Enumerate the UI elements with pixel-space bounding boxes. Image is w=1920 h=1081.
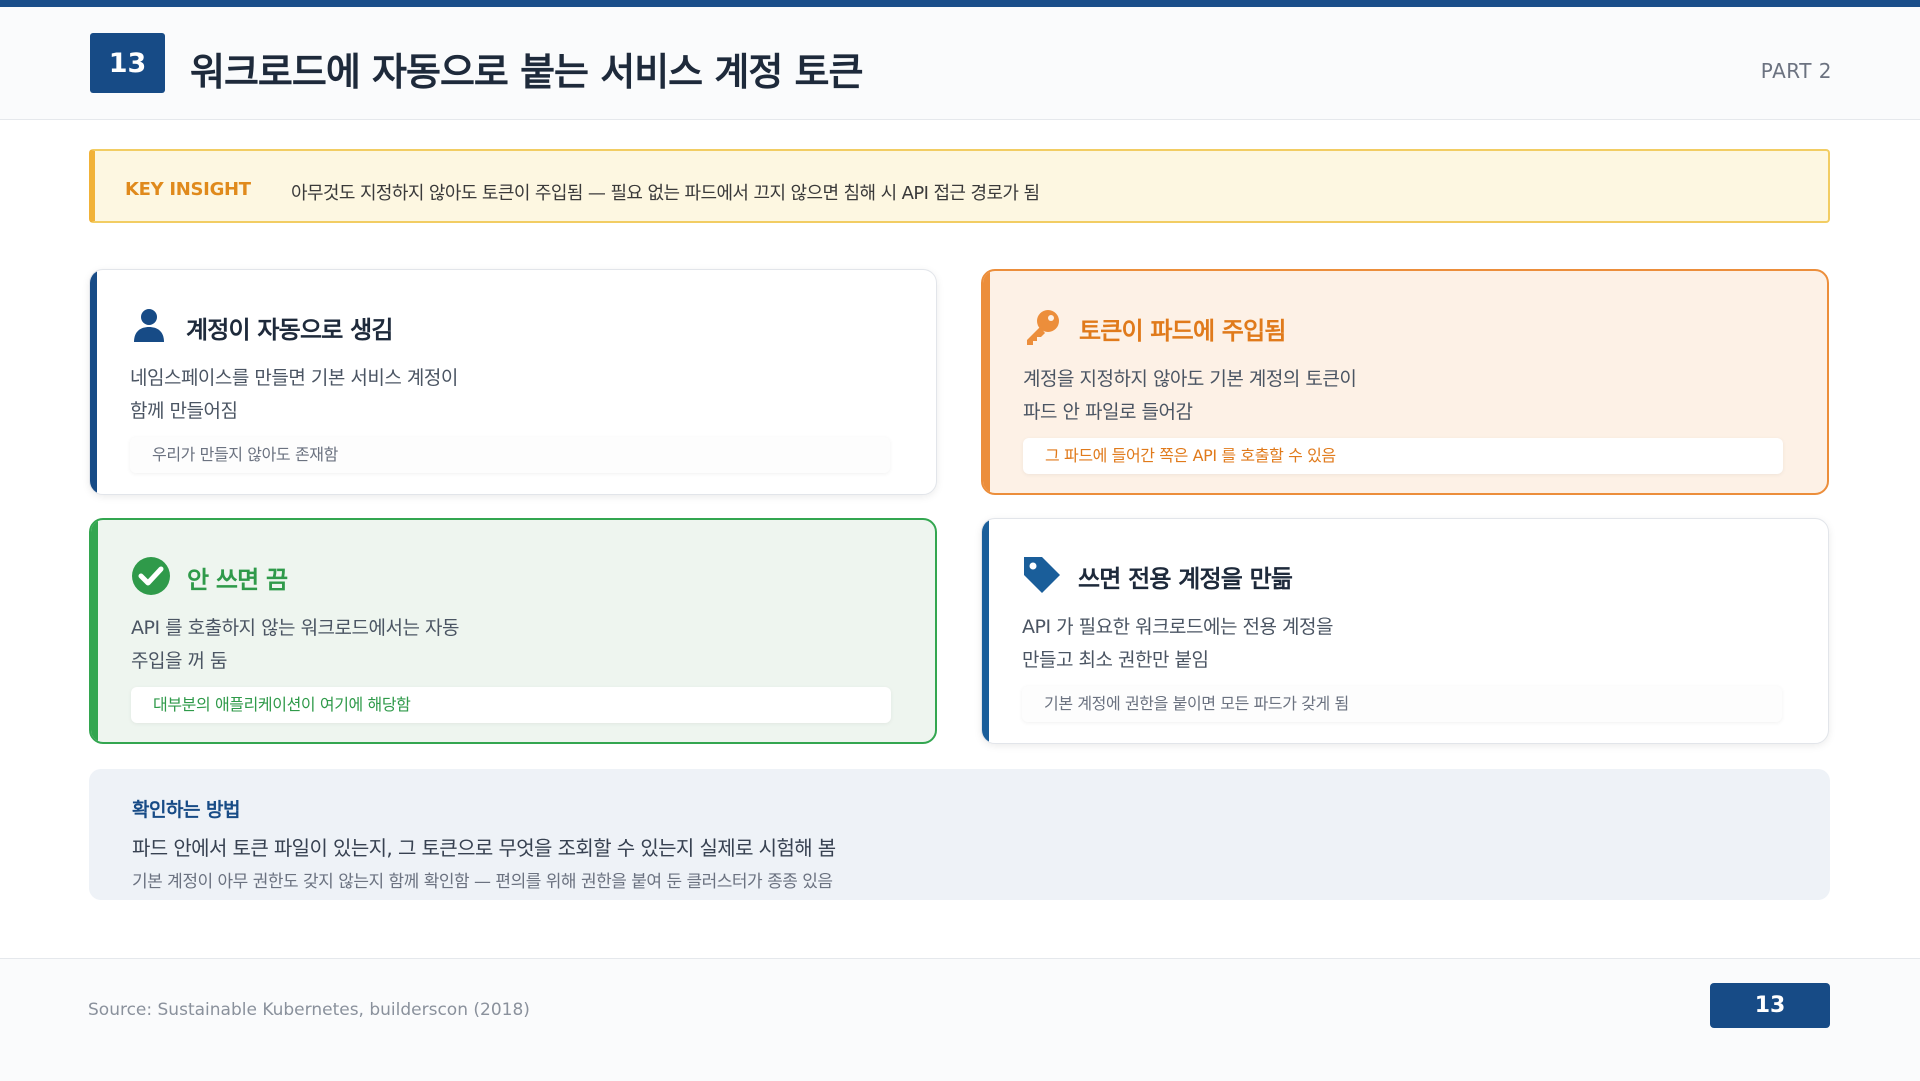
card-description: 네임스페이스를 만들면 기본 서비스 계정이 함께 만들어짐 xyxy=(130,362,690,428)
card-description-line: 계정을 지정하지 않아도 기본 계정의 토큰이 xyxy=(1023,368,1357,390)
check-circle-icon xyxy=(131,556,170,595)
card-description-line: 만들고 최소 권한만 붙임 xyxy=(1022,649,1209,671)
card-description-line: 네임스페이스를 만들면 기본 서비스 계정이 xyxy=(130,367,458,389)
verification-method-box: 확인하는 방법 파드 안에서 토큰 파일이 있는지, 그 토큰으로 무엇을 조회… xyxy=(89,769,1830,900)
card-accent-bar xyxy=(91,520,98,742)
card-title: 토큰이 파드에 주입됨 xyxy=(1079,317,1286,345)
key-icon xyxy=(1023,307,1061,345)
method-title: 확인하는 방법 xyxy=(132,799,241,821)
card-note: 그 파드에 들어간 쪽은 API 를 호출할 수 있음 xyxy=(1023,438,1783,474)
card-auto-account: 계정이 자동으로 생김 네임스페이스를 만들면 기본 서비스 계정이 함께 만들… xyxy=(89,269,937,495)
card-note: 기본 계정에 권한을 붙이면 모든 파드가 갖게 됨 xyxy=(1022,686,1782,722)
slide-footer: Source: Sustainable Kubernetes, builders… xyxy=(0,958,1920,1081)
slide-header: 13 워크로드에 자동으로 붙는 서비스 계정 토큰 PART 2 xyxy=(0,7,1920,120)
page-number-badge: 13 xyxy=(1710,983,1830,1028)
card-description: API 가 필요한 워크로드에는 전용 계정을 만들고 최소 권한만 붙임 xyxy=(1022,611,1582,677)
card-description-line: 주입을 꺼 둠 xyxy=(131,650,227,672)
card-dedicated-account: 쓰면 전용 계정을 만듦 API 가 필요한 워크로드에는 전용 계정을 만들고… xyxy=(981,518,1829,744)
card-note: 대부분의 애플리케이션이 여기에 해당함 xyxy=(131,687,891,723)
card-title: 쓰면 전용 계정을 만듦 xyxy=(1078,565,1293,593)
card-description-line: 함께 만들어짐 xyxy=(130,400,238,422)
card-accent-bar xyxy=(983,271,990,493)
user-icon xyxy=(130,306,168,344)
key-insight-label: KEY INSIGHT xyxy=(125,179,251,200)
key-insight-text: 아무것도 지정하지 않아도 토큰이 주입됨 — 필요 없는 파드에서 끄지 않으… xyxy=(291,183,1040,204)
method-text: 파드 안에서 토큰 파일이 있는지, 그 토큰으로 무엇을 조회할 수 있는지 … xyxy=(132,836,836,860)
card-accent-bar xyxy=(90,270,97,494)
source-citation: Source: Sustainable Kubernetes, builders… xyxy=(88,1000,530,1020)
card-description-line: API 가 필요한 워크로드에는 전용 계정을 xyxy=(1022,616,1333,638)
card-accent-bar xyxy=(982,519,989,743)
card-description: 계정을 지정하지 않아도 기본 계정의 토큰이 파드 안 파일로 들어감 xyxy=(1023,363,1583,429)
card-token-injected: 토큰이 파드에 주입됨 계정을 지정하지 않아도 기본 계정의 토큰이 파드 안… xyxy=(981,269,1829,495)
key-insight-box: KEY INSIGHT 아무것도 지정하지 않아도 토큰이 주입됨 — 필요 없… xyxy=(89,149,1830,223)
method-subtext: 기본 계정이 아무 권한도 갖지 않는지 함께 확인함 — 편의를 위해 권한을… xyxy=(132,872,833,892)
card-title: 안 쓰면 끔 xyxy=(187,566,288,594)
card-description: API 를 호출하지 않는 워크로드에서는 자동 주입을 꺼 둠 xyxy=(131,612,691,678)
top-accent-bar xyxy=(0,0,1920,7)
tag-icon xyxy=(1022,555,1060,593)
card-note: 우리가 만들지 않아도 존재함 xyxy=(130,437,890,473)
card-title: 계정이 자동으로 생김 xyxy=(186,316,393,344)
part-label: PART 2 xyxy=(1760,59,1832,83)
card-description-line: API 를 호출하지 않는 워크로드에서는 자동 xyxy=(131,617,459,639)
card-turn-off: 안 쓰면 끔 API 를 호출하지 않는 워크로드에서는 자동 주입을 꺼 둠 … xyxy=(89,518,937,744)
slide-number-badge: 13 xyxy=(90,33,165,93)
slide-title: 워크로드에 자동으로 붙는 서비스 계정 토큰 xyxy=(190,50,863,94)
card-description-line: 파드 안 파일로 들어감 xyxy=(1023,401,1193,423)
